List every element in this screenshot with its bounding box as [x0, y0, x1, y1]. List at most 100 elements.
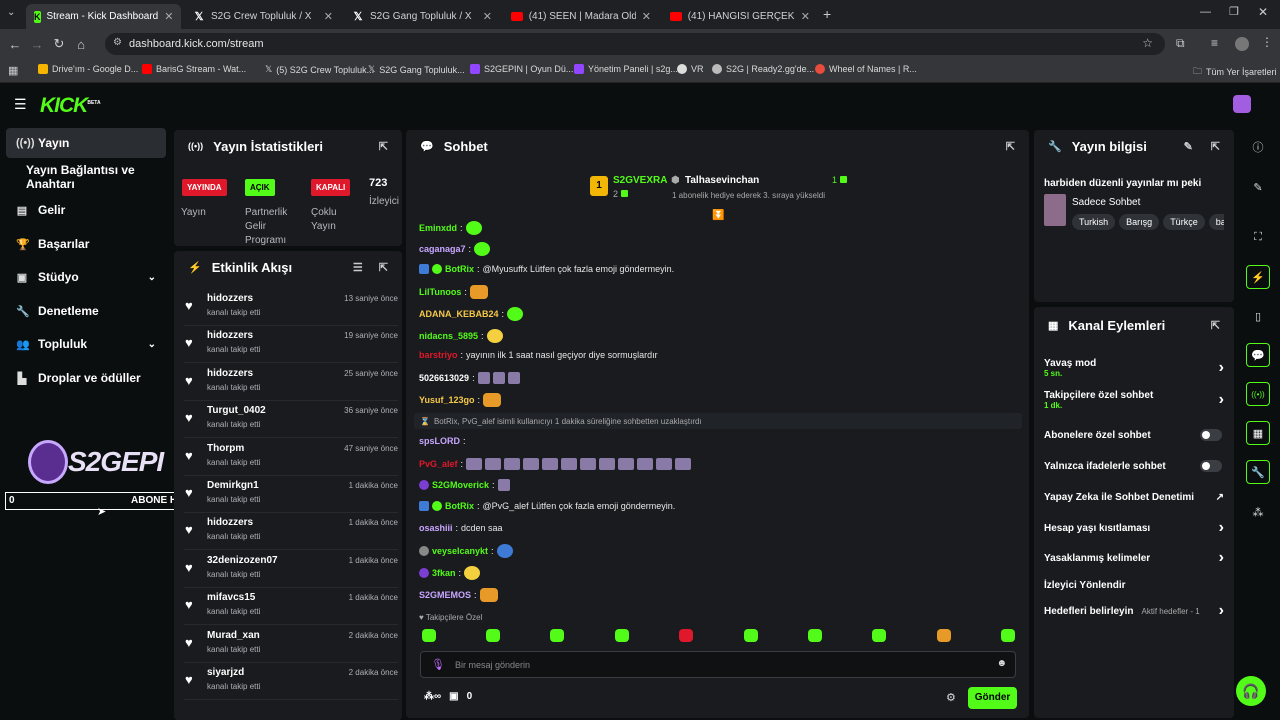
send-button[interactable]: Gönder: [968, 687, 1017, 709]
bookmark-drive[interactable]: Drive'ım - Google D...: [38, 64, 138, 74]
activity-user[interactable]: hidozzers: [207, 293, 253, 304]
community-icon[interactable]: ⁂: [1246, 500, 1270, 524]
nav-droplar[interactable]: ▙ Droplar ve ödüller: [6, 363, 166, 393]
bookmark-vr[interactable]: VR: [677, 64, 704, 74]
wrench-icon[interactable]: 🔧: [1246, 460, 1270, 484]
tab-list-icon[interactable]: ⌄: [7, 7, 15, 18]
popout-icon[interactable]: ⇱: [1211, 140, 1220, 153]
activity-user[interactable]: mifavcs15: [207, 592, 255, 603]
user-avatar[interactable]: [1233, 95, 1251, 113]
channel-action-item[interactable]: Hedefleri belirleyin Aktif hedefler - 1 ›: [1044, 600, 1224, 622]
bookmark-star-icon[interactable]: ☆: [1142, 36, 1153, 50]
close-icon[interactable]: ✕: [483, 10, 492, 23]
popout-icon[interactable]: ⇱: [379, 140, 388, 153]
points-area[interactable]: ⁂∞ ▣ 0: [424, 691, 472, 702]
activity-user[interactable]: hidozzers: [207, 330, 253, 341]
reload-icon[interactable]: ↻: [48, 33, 70, 55]
chat-username[interactable]: caganaga7: [419, 244, 466, 254]
chat-username[interactable]: PvG_alef: [419, 459, 458, 469]
apps-icon[interactable]: ▦: [8, 64, 18, 77]
quick-emote-icon[interactable]: [422, 629, 436, 642]
activity-user[interactable]: 32denizozen07: [207, 555, 278, 566]
close-icon[interactable]: ✕: [642, 10, 651, 23]
site-info-icon[interactable]: ⚙: [113, 37, 122, 48]
bookmark-yonetim[interactable]: Yönetim Paneli | s2g...: [574, 64, 678, 74]
activity-user[interactable]: Turgut_0402: [207, 405, 266, 416]
hamburger-menu-icon[interactable]: ☰: [14, 96, 27, 113]
tag[interactable]: Barışg: [1119, 214, 1160, 230]
close-icon[interactable]: ✕: [164, 10, 173, 23]
bookmark-ready2[interactable]: S2G | Ready2.gg'de...: [712, 64, 814, 74]
chat-username[interactable]: Yusuf_123go: [419, 395, 475, 405]
activity-user[interactable]: siyarjzd: [207, 667, 244, 678]
activity-user[interactable]: hidozzers: [207, 517, 253, 528]
nav-gelir[interactable]: ▤ Gelir: [6, 195, 166, 225]
nav-yayin[interactable]: ((•)) Yayın: [6, 128, 166, 158]
tab-kick-dashboard[interactable]: K Stream - Kick Dashboard ✕: [26, 4, 181, 29]
quick-emote-icon[interactable]: [808, 629, 822, 642]
chat-input[interactable]: 🎙 Bir mesaj gönderin ☻: [420, 651, 1016, 678]
bookmark-s2g-crew[interactable]: 𝕏 (5) S2G Crew Topluluk...: [265, 64, 374, 75]
activity-user[interactable]: Thorpm: [207, 443, 244, 454]
tab-s2g-gang[interactable]: 𝕏 S2G Gang Topluluk / X ✕: [344, 4, 500, 29]
channel-action-item[interactable]: İzleyici Yönlendir: [1044, 574, 1224, 596]
quick-emote-icon[interactable]: [872, 629, 886, 642]
bookmark-s2gepin[interactable]: S2GEPIN | Oyun Dü...: [470, 64, 573, 74]
menu-icon[interactable]: ⋮: [1261, 35, 1273, 49]
extensions-icon[interactable]: ⧉: [1176, 36, 1185, 51]
chat-username[interactable]: ADANA_KEBAB24: [419, 309, 499, 319]
edit-icon[interactable]: ✎: [1184, 140, 1193, 153]
bookmark-wheel[interactable]: Wheel of Names | R...: [815, 64, 917, 74]
new-tab-icon[interactable]: +: [823, 6, 831, 22]
chat-username[interactable]: Eminxdd: [419, 223, 457, 233]
chat-username[interactable]: 3fkan: [432, 568, 456, 578]
tab-youtube-seen[interactable]: (41) SEEN | Madara Olduk #681 ✕: [503, 4, 659, 29]
broadcast-icon[interactable]: ((•)): [1246, 382, 1270, 406]
chat-username[interactable]: spsLORD: [419, 436, 460, 446]
chat-username[interactable]: S2GMoverick: [432, 480, 489, 490]
fullscreen-icon[interactable]: ⛶: [1246, 225, 1270, 249]
channel-action-item[interactable]: Takipçilere özel sohbet 1 dk. ›: [1044, 389, 1224, 411]
support-icon[interactable]: 🎧: [1236, 676, 1266, 706]
channel-action-item[interactable]: Abonelere özel sohbet: [1044, 424, 1224, 446]
toggle-switch[interactable]: [1200, 429, 1222, 441]
chat-username[interactable]: barstriyo: [419, 350, 458, 360]
quick-emote-icon[interactable]: [744, 629, 758, 642]
tag[interactable]: ba: [1208, 214, 1224, 230]
forward-icon[interactable]: →: [26, 33, 48, 55]
quick-emote-icon[interactable]: [937, 629, 951, 642]
window-close-icon[interactable]: ✕: [1258, 5, 1268, 19]
chat-icon[interactable]: 💬: [1246, 343, 1270, 367]
back-icon[interactable]: ←: [4, 33, 26, 55]
media-icon[interactable]: ≡: [1211, 36, 1218, 50]
quick-emote-icon[interactable]: [615, 629, 629, 642]
tab-s2g-crew[interactable]: 𝕏 S2G Crew Topluluk / X ✕: [185, 4, 341, 29]
activity-user[interactable]: Demirkgn1: [207, 480, 259, 491]
tag[interactable]: Türkçe: [1163, 214, 1205, 230]
nav-studyo[interactable]: ▣ Stüdyo ⌄: [6, 262, 166, 292]
url-input[interactable]: ⚙ dashboard.kick.com/stream ☆: [105, 33, 1165, 55]
profile-avatar[interactable]: [1235, 37, 1249, 51]
channel-action-item[interactable]: Yavaş mod 5 sn. ›: [1044, 357, 1224, 379]
chat-username[interactable]: nidacns_5895: [419, 331, 478, 341]
popout-icon[interactable]: ⇱: [379, 261, 388, 274]
bookmark-s2g-gang[interactable]: 𝕏 S2G Gang Topluluk...: [368, 64, 465, 75]
lightning-icon[interactable]: ⚡: [1246, 265, 1270, 289]
toggle-switch[interactable]: [1200, 460, 1222, 472]
minimize-icon[interactable]: —: [1200, 6, 1211, 18]
popout-icon[interactable]: ⇱: [1006, 140, 1015, 153]
close-icon[interactable]: ✕: [324, 10, 333, 23]
filter-icon[interactable]: ☰: [353, 261, 363, 274]
home-icon[interactable]: ⌂: [70, 33, 92, 55]
chat-username[interactable]: S2GMEMOS: [419, 590, 471, 600]
all-bookmarks[interactable]: 🗀 Tüm Yer İşaretleri: [1193, 64, 1277, 80]
document-icon[interactable]: ▯: [1246, 304, 1270, 328]
popout-icon[interactable]: ⇱: [1211, 319, 1220, 332]
nav-denetleme[interactable]: 🔧 Denetleme: [6, 296, 166, 326]
quick-emote-icon[interactable]: [550, 629, 564, 642]
quick-emote-icon[interactable]: [679, 629, 693, 642]
channel-action-item[interactable]: Yapay Zeka ile Sohbet Denetimi ↗: [1044, 486, 1224, 508]
maximize-icon[interactable]: ❐: [1229, 5, 1239, 18]
chat-username[interactable]: BotRix: [445, 264, 474, 274]
nav-yayin-baglantisi[interactable]: Yayın Bağlantısı ve Anahtarı: [6, 162, 172, 192]
